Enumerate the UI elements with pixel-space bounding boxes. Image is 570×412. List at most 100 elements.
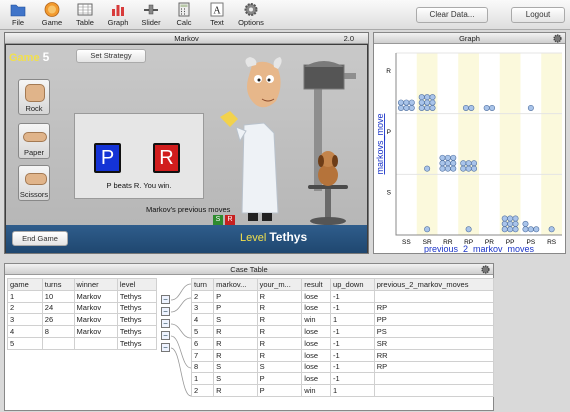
graph-data-point[interactable]	[507, 220, 514, 227]
graph-data-point[interactable]	[429, 104, 436, 111]
turns-cell[interactable]	[373, 289, 495, 303]
turns-cell[interactable]: RP	[373, 360, 495, 374]
turns-cell[interactable]: lose	[301, 325, 332, 338]
games-cell[interactable]: 3	[7, 313, 43, 327]
graph-data-point[interactable]	[439, 154, 446, 161]
graph-data-point[interactable]	[418, 104, 425, 111]
games-cell[interactable]: 2	[7, 301, 43, 315]
graph-data-point[interactable]	[424, 94, 431, 101]
turns-cell[interactable]: RR	[373, 348, 495, 362]
turns-cell[interactable]: R	[213, 384, 258, 397]
turns-column-header[interactable]: your_m...	[256, 278, 303, 291]
turns-cell[interactable]: 7	[190, 348, 215, 362]
graph-data-point[interactable]	[512, 226, 519, 233]
turns-cell[interactable]: PP	[373, 313, 495, 327]
graph-data-point[interactable]	[522, 220, 529, 227]
games-cell[interactable]: 4	[7, 325, 43, 338]
graph-data-point[interactable]	[429, 99, 436, 106]
turns-cell[interactable]: R	[256, 336, 303, 350]
games-table-row[interactable]: 4 8 Markov Tethys	[7, 325, 158, 338]
turns-cell[interactable]: R	[256, 348, 303, 362]
graph-data-point[interactable]	[465, 160, 472, 167]
graph-data-point[interactable]	[408, 104, 415, 111]
turns-cell[interactable]: -1	[330, 348, 375, 362]
turns-table-row[interactable]: 2 R Pwin 1	[190, 384, 495, 397]
turns-cell[interactable]: 1	[330, 313, 375, 327]
collapse-toggle-icon[interactable]: −	[161, 343, 170, 352]
graph-data-point[interactable]	[424, 104, 431, 111]
graph-data-point[interactable]	[471, 165, 478, 172]
games-cell[interactable]: 5	[7, 336, 43, 350]
turns-cell[interactable]: 1	[190, 372, 215, 386]
graph-data-point[interactable]	[507, 215, 514, 222]
turns-table-row[interactable]: 1 S Plose -1	[190, 372, 495, 386]
turns-cell[interactable]: lose	[301, 372, 332, 386]
turns-cell[interactable]: S	[213, 372, 258, 386]
turns-cell[interactable]: P	[256, 372, 303, 386]
games-table-row[interactable]: 5 Tethys	[7, 336, 158, 350]
turns-table-row[interactable]: 8 S Slose -1 RP	[190, 360, 495, 374]
graph-data-point[interactable]	[501, 215, 508, 222]
graph-settings-gear-icon[interactable]	[553, 34, 562, 43]
set-strategy-button[interactable]: Set Strategy	[76, 49, 146, 63]
graph-data-point[interactable]	[424, 165, 431, 172]
graph-data-point[interactable]	[548, 226, 555, 233]
turns-cell[interactable]: 1	[330, 384, 375, 397]
graph-data-point[interactable]	[512, 215, 519, 222]
collapse-toggle-icon[interactable]: −	[161, 307, 170, 316]
graph-data-point[interactable]	[444, 165, 451, 172]
turns-cell[interactable]: -1	[330, 301, 375, 315]
games-cell[interactable]: Tethys	[116, 289, 158, 303]
turns-cell[interactable]: SR	[373, 336, 495, 350]
y-axis-label[interactable]: markovs_move	[375, 113, 385, 174]
case-table-gear-icon[interactable]	[481, 265, 490, 274]
games-cell[interactable]: Markov	[73, 301, 118, 315]
graph-data-point[interactable]	[418, 99, 425, 106]
graph-data-point[interactable]	[439, 165, 446, 172]
options-tool[interactable]: Options	[234, 1, 268, 29]
turns-cell[interactable]: lose	[301, 289, 332, 303]
turns-cell[interactable]: lose	[301, 348, 332, 362]
collapse-toggle-icon[interactable]: −	[161, 331, 170, 340]
markov-titlebar[interactable]: Markov 2.0	[5, 33, 368, 44]
games-cell[interactable]: 1	[7, 289, 43, 303]
graph-data-point[interactable]	[465, 165, 472, 172]
scissors-button[interactable]: Scissors	[18, 165, 50, 201]
turns-cell[interactable]: win	[301, 384, 332, 397]
turns-cell[interactable]: -1	[330, 289, 375, 303]
graph-data-point[interactable]	[408, 99, 415, 106]
graph-data-point[interactable]	[468, 104, 475, 111]
turns-cell[interactable]: -1	[330, 372, 375, 386]
turns-cell[interactable]	[373, 384, 495, 397]
graph-data-point[interactable]	[501, 226, 508, 233]
graph-data-point[interactable]	[512, 220, 519, 227]
turns-cell[interactable]: PS	[373, 325, 495, 338]
graph-data-point[interactable]	[450, 165, 457, 172]
collapse-toggle-icon[interactable]: −	[161, 319, 170, 328]
collapse-toggle-icon[interactable]: −	[161, 295, 170, 304]
games-cell[interactable]: 26	[41, 313, 75, 327]
games-cell[interactable]: Tethys	[116, 313, 158, 327]
games-table-row[interactable]: 2 24 Markov Tethys	[7, 301, 158, 315]
games-column-header[interactable]: turns	[41, 278, 75, 291]
graph-data-point[interactable]	[471, 160, 478, 167]
games-cell[interactable]: 8	[41, 325, 75, 338]
graph-data-point[interactable]	[533, 226, 540, 233]
clear-data-button[interactable]: Clear Data...	[416, 7, 488, 23]
text-tool[interactable]: A Text	[202, 1, 232, 29]
games-column-header[interactable]: winner	[73, 278, 118, 291]
turns-cell[interactable]: RP	[373, 301, 495, 315]
turns-table-row[interactable]: 4 S Rwin 1 PP	[190, 313, 495, 327]
games-cell[interactable]: Markov	[73, 325, 118, 338]
games-cell[interactable]	[41, 336, 75, 350]
games-cell[interactable]: Markov	[73, 289, 118, 303]
graph-data-point[interactable]	[424, 226, 431, 233]
turns-cell[interactable]: P	[256, 384, 303, 397]
turns-column-header[interactable]: turn	[190, 278, 215, 291]
games-cell[interactable]: Markov	[73, 313, 118, 327]
turns-cell[interactable]: R	[256, 289, 303, 303]
turns-cell[interactable]: R	[213, 336, 258, 350]
turns-cell[interactable]: -1	[330, 325, 375, 338]
turns-cell[interactable]: R	[256, 325, 303, 338]
turns-cell[interactable]: -1	[330, 336, 375, 350]
